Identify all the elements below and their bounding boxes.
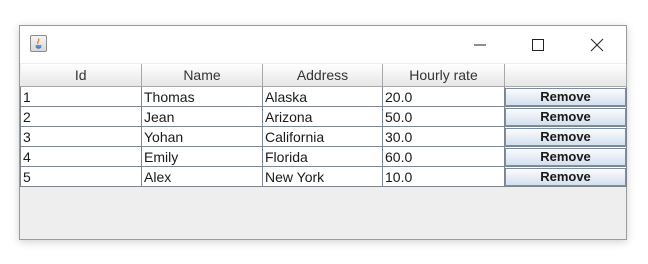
remove-button[interactable]: Remove bbox=[505, 107, 626, 126]
table-row[interactable]: 5 Alex New York 10.0 Remove bbox=[20, 166, 627, 187]
minimize-icon bbox=[474, 44, 486, 46]
close-icon bbox=[590, 38, 604, 52]
cell-id[interactable]: 5 bbox=[20, 166, 142, 187]
cell-action: Remove bbox=[504, 106, 627, 127]
cell-action: Remove bbox=[504, 146, 627, 167]
maximize-icon bbox=[532, 39, 544, 51]
cell-hourly-rate[interactable]: 60.0 bbox=[382, 146, 505, 167]
table-row[interactable]: 3 Yohan California 30.0 Remove bbox=[20, 126, 627, 147]
cell-address[interactable]: New York bbox=[262, 166, 383, 187]
table-row[interactable]: 1 Thomas Alaska 20.0 Remove bbox=[20, 86, 627, 107]
table-header-row: Id Name Address Hourly rate bbox=[20, 64, 627, 87]
cell-name[interactable]: Alex bbox=[141, 166, 263, 187]
employee-table[interactable]: Id Name Address Hourly rate 1 Thomas Ala… bbox=[20, 64, 627, 187]
cell-hourly-rate[interactable]: 50.0 bbox=[382, 106, 505, 127]
cell-name[interactable]: Thomas bbox=[141, 86, 263, 107]
remove-button[interactable]: Remove bbox=[505, 147, 626, 166]
cell-hourly-rate[interactable]: 30.0 bbox=[382, 126, 505, 147]
column-header-id[interactable]: Id bbox=[20, 64, 142, 87]
cell-id[interactable]: 3 bbox=[20, 126, 142, 147]
maximize-button[interactable] bbox=[516, 32, 560, 58]
minimize-button[interactable] bbox=[458, 32, 502, 58]
remove-button[interactable]: Remove bbox=[505, 127, 626, 146]
cell-name[interactable]: Yohan bbox=[141, 126, 263, 147]
cell-name[interactable]: Emily bbox=[141, 146, 263, 167]
column-header-action[interactable] bbox=[504, 64, 627, 87]
cell-hourly-rate[interactable]: 10.0 bbox=[382, 166, 505, 187]
cell-id[interactable]: 4 bbox=[20, 146, 142, 167]
cell-action: Remove bbox=[504, 166, 627, 187]
table-row[interactable]: 2 Jean Arizona 50.0 Remove bbox=[20, 106, 627, 127]
column-header-address[interactable]: Address bbox=[262, 64, 383, 87]
cell-id[interactable]: 1 bbox=[20, 86, 142, 107]
title-bar[interactable] bbox=[20, 26, 626, 63]
cell-address[interactable]: California bbox=[262, 126, 383, 147]
cell-action: Remove bbox=[504, 126, 627, 147]
column-header-hourly-rate[interactable]: Hourly rate bbox=[382, 64, 505, 87]
remove-button[interactable]: Remove bbox=[505, 87, 626, 106]
cell-address[interactable]: Alaska bbox=[262, 86, 383, 107]
java-app-icon[interactable] bbox=[30, 35, 47, 52]
close-button[interactable] bbox=[575, 32, 619, 58]
app-window: Id Name Address Hourly rate 1 Thomas Ala… bbox=[19, 25, 627, 240]
remove-button[interactable]: Remove bbox=[505, 167, 626, 186]
cell-hourly-rate[interactable]: 20.0 bbox=[382, 86, 505, 107]
cell-address[interactable]: Florida bbox=[262, 146, 383, 167]
table-row[interactable]: 4 Emily Florida 60.0 Remove bbox=[20, 146, 627, 167]
cell-name[interactable]: Jean bbox=[141, 106, 263, 127]
cell-action: Remove bbox=[504, 86, 627, 107]
column-header-name[interactable]: Name bbox=[141, 64, 263, 87]
cell-id[interactable]: 2 bbox=[20, 106, 142, 127]
cell-address[interactable]: Arizona bbox=[262, 106, 383, 127]
